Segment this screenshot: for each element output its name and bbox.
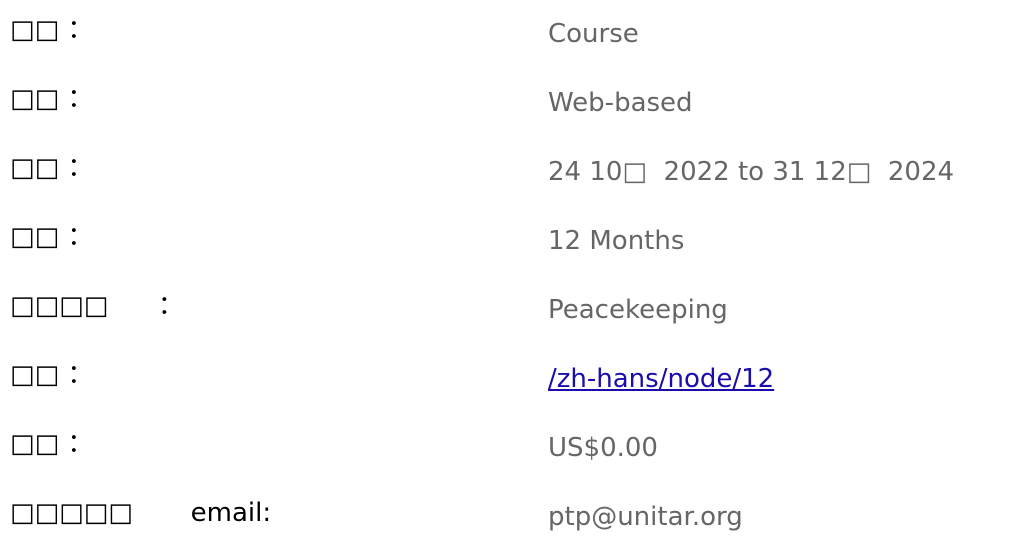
course-details-list: □□ ： Course □□ ： Web-based □□ ： 24 10□ 2… <box>0 0 1033 552</box>
detail-label: □□ ： <box>10 153 94 183</box>
detail-value-dates: 24 10□ 2022 to 31 12□ 2024 <box>548 157 955 187</box>
detail-value-type: Course <box>548 19 639 49</box>
detail-label: □□ ： <box>10 360 94 390</box>
detail-value-link-wrapper: /zh-hans/node/12 <box>548 363 774 395</box>
detail-value-price: US$0.00 <box>548 433 658 463</box>
detail-row-email: □□□□□ email: ptp@unitar.org <box>0 483 1033 552</box>
detail-row-format: □□ ： Web-based <box>0 69 1033 138</box>
detail-value-duration: 12 Months <box>548 226 685 256</box>
detail-label: □□ ： <box>10 84 94 114</box>
detail-value-format: Web-based <box>548 88 693 118</box>
detail-row-price: □□ ： US$0.00 <box>0 414 1033 483</box>
detail-row-link: □□ ： /zh-hans/node/12 <box>0 345 1033 414</box>
detail-row-dates: □□ ： 24 10□ 2022 to 31 12□ 2024 <box>0 138 1033 207</box>
detail-row-duration: □□ ： 12 Months <box>0 207 1033 276</box>
detail-row-type: □□ ： Course <box>0 0 1033 69</box>
detail-value-topic: Peacekeeping <box>548 295 728 325</box>
detail-label: □□□□□ email: <box>10 498 272 528</box>
detail-value-email: ptp@unitar.org <box>548 502 743 532</box>
detail-link[interactable]: /zh-hans/node/12 <box>548 364 774 394</box>
detail-label: □□ ： <box>10 15 94 45</box>
detail-row-topic: □□□□ ： Peacekeeping <box>0 276 1033 345</box>
detail-label: □□ ： <box>10 429 94 459</box>
detail-label: □□ ： <box>10 222 94 252</box>
detail-label: □□□□ ： <box>10 291 184 321</box>
